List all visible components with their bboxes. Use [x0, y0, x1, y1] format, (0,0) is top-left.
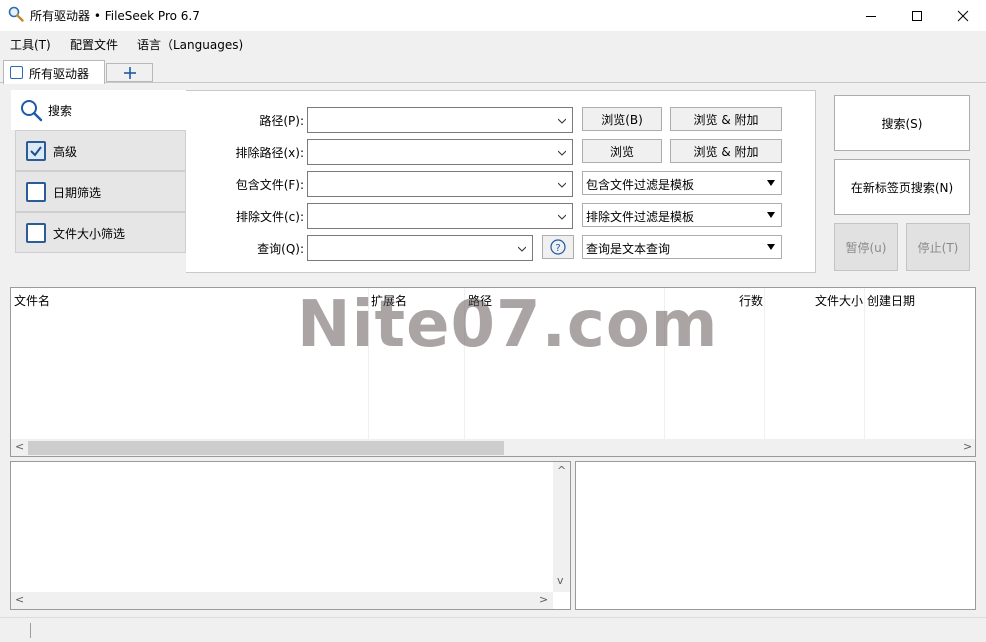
column-divider[interactable]	[864, 288, 865, 440]
search-button[interactable]: 搜索(S)	[834, 95, 970, 151]
preview-pane-right[interactable]	[575, 461, 976, 610]
title-bar: 所有驱动器 • FileSeek Pro 6.7	[0, 0, 986, 31]
query-label: 查询(Q):	[257, 242, 304, 256]
window-title: 所有驱动器 • FileSeek Pro 6.7	[30, 9, 200, 23]
path-label: 路径(P):	[259, 114, 304, 128]
column-header-filename[interactable]: 文件名	[14, 292, 50, 309]
column-header-lines[interactable]: 行数	[739, 292, 763, 309]
add-tab-button[interactable]	[106, 63, 153, 82]
pause-button[interactable]: 暂停(u)	[834, 223, 898, 271]
include-files-label: 包含文件(F):	[235, 178, 304, 192]
path-combobox[interactable]	[307, 107, 573, 133]
exclude-browse-button[interactable]: 浏览	[582, 139, 662, 163]
status-bar	[0, 617, 986, 642]
browse-button[interactable]: 浏览(B)	[582, 107, 662, 131]
preview-pane-left[interactable]: ^ v < >	[10, 461, 571, 610]
search-nav-label: 搜索	[48, 104, 73, 118]
menu-bar: 工具(T) 配置文件 语言（Languages)	[0, 31, 986, 57]
menu-profiles[interactable]: 配置文件	[70, 36, 118, 53]
scroll-down-icon[interactable]: v	[557, 574, 564, 587]
chevron-down-icon[interactable]	[518, 245, 526, 253]
search-tab-icon	[10, 66, 23, 79]
plus-icon	[123, 66, 136, 79]
dropdown-arrow-icon	[767, 244, 775, 250]
search-icon	[21, 100, 43, 122]
chevron-down-icon[interactable]	[558, 213, 566, 221]
close-button[interactable]	[940, 0, 986, 31]
date-filter-label: 日期筛选	[53, 186, 102, 200]
maximize-button[interactable]	[894, 0, 940, 31]
dropdown-arrow-icon	[767, 212, 775, 218]
exclude-files-combobox[interactable]	[307, 203, 573, 229]
menu-language[interactable]: 语言（Languages)	[137, 36, 243, 53]
query-mode-value: 查询是文本查询	[586, 242, 671, 256]
include-mode-select[interactable]: 包含文件过滤是模板	[582, 171, 782, 195]
tab-all-drives[interactable]: 所有驱动器	[3, 60, 105, 84]
exclude-files-label: 排除文件(c):	[235, 210, 304, 224]
chevron-down-icon[interactable]	[558, 181, 566, 189]
scroll-left-icon[interactable]: <	[15, 440, 24, 453]
question-circle-icon: ?	[550, 239, 566, 255]
exclude-path-label: 排除路径(x):	[235, 146, 304, 160]
exclude-path-combobox[interactable]	[307, 139, 573, 165]
scroll-right-icon[interactable]: >	[963, 440, 972, 453]
chevron-down-icon[interactable]	[558, 117, 566, 125]
tab-label: 所有驱动器	[29, 67, 90, 81]
date-filter-checkbox[interactable]	[26, 182, 46, 202]
exclude-mode-value: 排除文件过滤是模板	[586, 210, 695, 224]
advanced-option[interactable]: 高级	[15, 130, 186, 171]
status-divider	[30, 623, 31, 638]
include-mode-value: 包含文件过滤是模板	[586, 178, 695, 192]
preview-vertical-scrollbar[interactable]: ^ v	[553, 462, 570, 592]
scroll-up-icon[interactable]: ^	[557, 464, 566, 477]
chevron-down-icon[interactable]	[558, 149, 566, 157]
size-filter-label: 文件大小筛选	[53, 227, 126, 241]
query-combobox[interactable]	[307, 235, 533, 261]
advanced-label: 高级	[53, 145, 78, 159]
search-new-tab-button[interactable]: 在新标签页搜索(N)	[834, 159, 970, 215]
column-header-size[interactable]: 文件大小	[815, 292, 863, 309]
close-icon	[957, 10, 969, 21]
advanced-checkbox[interactable]	[26, 141, 46, 161]
date-filter-option[interactable]: 日期筛选	[15, 171, 186, 212]
include-files-combobox[interactable]	[307, 171, 573, 197]
query-help-button[interactable]: ?	[542, 235, 574, 259]
svg-text:?: ?	[555, 243, 560, 254]
tab-strip: 所有驱动器	[0, 57, 986, 84]
browse-append-button[interactable]: 浏览 & 附加	[670, 107, 782, 131]
maximize-icon	[912, 10, 922, 21]
scrollbar-thumb[interactable]	[28, 441, 504, 455]
stop-button[interactable]: 停止(T)	[906, 223, 970, 271]
size-filter-checkbox[interactable]	[26, 223, 46, 243]
column-header-created[interactable]: 创建日期	[867, 292, 915, 309]
scroll-left-icon[interactable]: <	[15, 593, 24, 606]
magnifier-icon	[8, 6, 24, 22]
exclude-browse-append-button[interactable]: 浏览 & 附加	[670, 139, 782, 163]
search-nav-item[interactable]: 搜索	[11, 90, 186, 130]
size-filter-option[interactable]: 文件大小筛选	[15, 212, 186, 253]
exclude-mode-select[interactable]: 排除文件过滤是模板	[582, 203, 782, 227]
menu-tools[interactable]: 工具(T)	[10, 36, 51, 53]
minimize-icon	[866, 15, 876, 17]
minimize-button[interactable]	[848, 0, 894, 31]
column-divider[interactable]	[764, 288, 765, 440]
scroll-right-icon[interactable]: >	[539, 593, 548, 606]
results-horizontal-scrollbar[interactable]: < >	[11, 439, 975, 456]
dropdown-arrow-icon	[767, 180, 775, 186]
preview-horizontal-scrollbar[interactable]: < >	[11, 592, 553, 609]
watermark: Nite07.com	[297, 288, 719, 362]
query-mode-select[interactable]: 查询是文本查询	[582, 235, 782, 259]
checkmark-icon	[30, 146, 42, 157]
